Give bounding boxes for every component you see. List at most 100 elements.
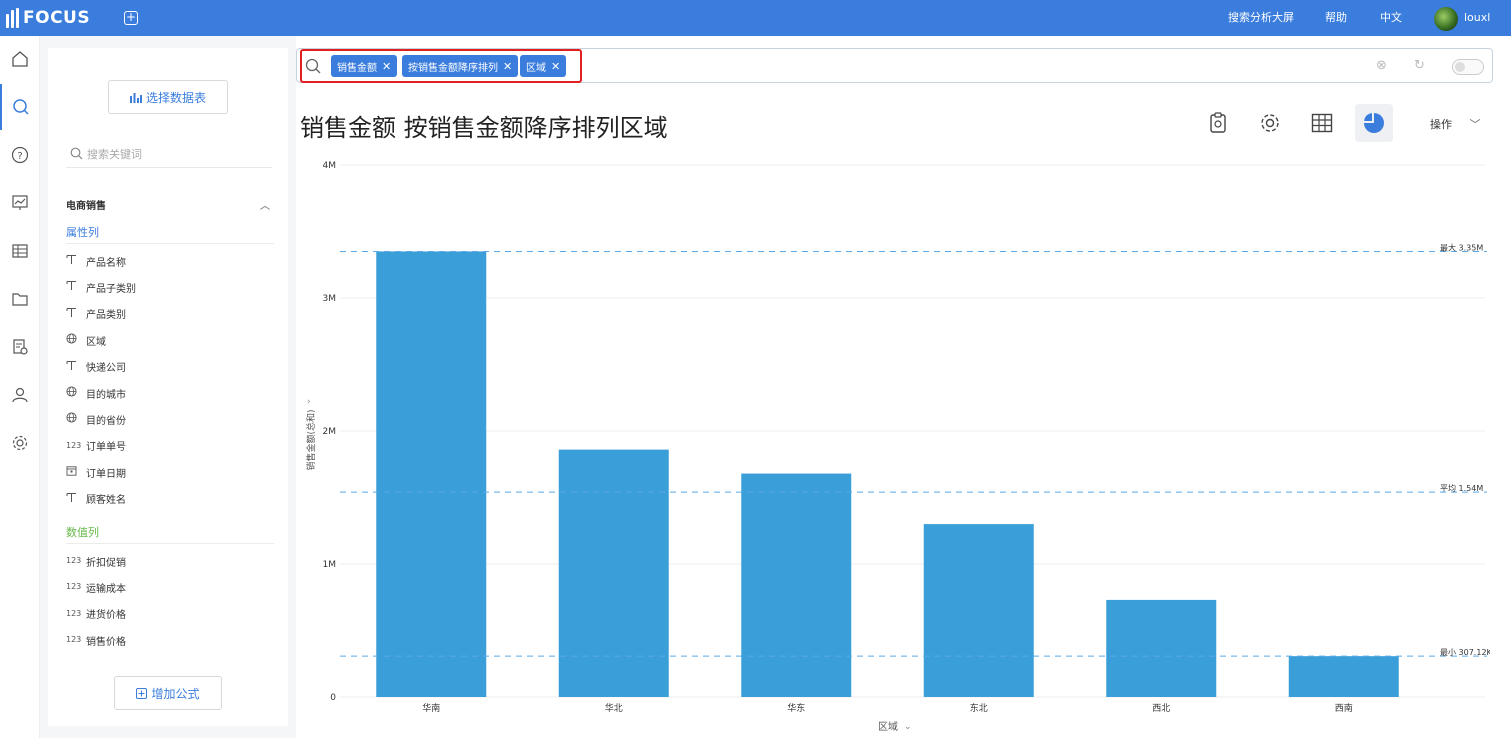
bar-华北: [558, 449, 669, 697]
help-link[interactable]: 帮助: [1325, 0, 1347, 36]
table-group-label: 电商销售: [66, 201, 106, 212]
search-chip-sales-amount[interactable]: 销售金额 ✕: [331, 55, 398, 77]
field-item[interactable]: 123 销售价格: [66, 631, 126, 649]
field-item[interactable]: 产品子类别: [66, 278, 136, 296]
table-view-icon[interactable]: [1303, 104, 1341, 142]
refresh-icon[interactable]: ↻: [1414, 58, 1425, 73]
search-chip-label: 销售金额: [337, 62, 377, 74]
bar-chart: 0 1M 2M 3M 4M 华南 华北 华东 东北 西北 西南 最大 3.35M 平均 1.54M 最小 …: [305, 161, 1490, 733]
home-icon[interactable]: [0, 36, 40, 82]
search-nav-icon[interactable]: [0, 84, 40, 130]
bar-东北: [923, 524, 1034, 697]
globe-icon: [66, 412, 86, 426]
search-chip-region[interactable]: 区域 ✕: [520, 55, 567, 77]
field-label: 目的城市: [86, 389, 126, 401]
folder-icon[interactable]: [0, 276, 40, 322]
field-label: 区域: [86, 336, 106, 348]
select-table-button[interactable]: 选择数据表: [108, 80, 228, 114]
field-item[interactable]: 订单日期: [66, 463, 126, 481]
table-group-title[interactable]: 电商销售 ︿: [66, 197, 274, 212]
globe-icon: [66, 333, 86, 347]
search-chip-label: 按销售金额降序排列: [408, 62, 498, 74]
text-type-icon: [66, 492, 86, 506]
field-item[interactable]: 目的省份: [66, 410, 126, 428]
keyword-search-input[interactable]: 搜索关键词: [66, 140, 272, 168]
number-type-icon: 123: [66, 582, 82, 592]
y-tick-label: 1M: [323, 560, 337, 570]
field-label: 进货价格: [86, 610, 126, 622]
chevron-up-icon[interactable]: ︿: [260, 197, 270, 212]
field-label: 折扣促销: [86, 557, 126, 569]
field-item[interactable]: 产品类别: [66, 305, 126, 323]
add-formula-button[interactable]: 增加公式: [114, 676, 222, 710]
number-type-icon: 123: [66, 608, 82, 618]
table-icon[interactable]: [0, 228, 40, 274]
search-mode-toggle[interactable]: [1452, 59, 1484, 75]
search-chip-sort-desc[interactable]: 按销售金额降序排列 ✕: [402, 55, 519, 77]
avatar[interactable]: [1434, 7, 1458, 31]
search-chip-label: 区域: [526, 62, 546, 74]
svg-text:?: ?: [17, 151, 22, 162]
number-type-icon: 123: [66, 440, 82, 450]
language-switch[interactable]: 中文: [1380, 0, 1402, 36]
settings-gear-icon[interactable]: [1251, 104, 1289, 142]
field-item[interactable]: 123 订单单号: [66, 437, 126, 455]
field-label: 产品类别: [86, 310, 126, 322]
user-name[interactable]: louxl: [1464, 0, 1490, 36]
clear-icon[interactable]: ⊗: [1376, 58, 1387, 73]
field-label: 订单日期: [86, 468, 126, 480]
reference-line-label: 平均 1.54M: [1440, 483, 1483, 493]
user-icon[interactable]: [0, 372, 40, 418]
plus-square-icon[interactable]: +: [124, 11, 138, 25]
field-label: 产品子类别: [86, 283, 136, 295]
field-item[interactable]: 顾客姓名: [66, 490, 126, 508]
search-screen-link[interactable]: 搜索分析大屏: [1228, 0, 1294, 36]
operations-label: 操作: [1430, 118, 1452, 131]
x-tick-label: 华东: [787, 702, 805, 714]
field-item[interactable]: 产品名称: [66, 252, 126, 270]
add-formula-label: 增加公式: [151, 686, 200, 701]
field-item[interactable]: 区域: [66, 331, 106, 349]
globe-icon: [66, 386, 86, 400]
chevron-down-icon: ⌄: [904, 722, 912, 732]
task-settings-icon[interactable]: [0, 324, 40, 370]
field-item[interactable]: 快递公司: [66, 358, 126, 376]
bar-华南: [376, 251, 487, 697]
x-tick-label: 华南: [422, 702, 440, 714]
field-item[interactable]: 123 进货价格: [66, 605, 126, 623]
clipboard-icon[interactable]: [1199, 104, 1237, 142]
chart-type-pie-icon[interactable]: [1355, 104, 1393, 142]
field-item[interactable]: 目的城市: [66, 384, 126, 402]
dashboard-icon[interactable]: [0, 180, 40, 226]
field-label: 目的省份: [86, 415, 126, 427]
bar-华东: [741, 473, 852, 697]
gear-icon[interactable]: [0, 420, 40, 466]
operations-menu[interactable]: 操作 ﹀: [1430, 116, 1481, 132]
keyword-search-placeholder: 搜索关键词: [87, 147, 142, 161]
close-icon[interactable]: ✕: [503, 60, 512, 73]
close-icon[interactable]: ✕: [382, 60, 391, 73]
number-type-icon: 123: [66, 556, 82, 565]
bar-西北: [1106, 599, 1217, 697]
field-label: 顾客姓名: [86, 495, 126, 507]
logo-text: FOCUS: [23, 8, 91, 28]
chevron-right-icon: ›: [307, 397, 311, 407]
field-item[interactable]: 123 折扣促销: [66, 552, 126, 570]
numeric-section-label: 数值列: [66, 524, 274, 544]
x-tick-label: 西北: [1152, 703, 1170, 714]
y-tick-label: 0: [330, 693, 336, 703]
select-table-label: 选择数据表: [145, 90, 206, 105]
field-label: 快递公司: [86, 363, 126, 375]
close-icon[interactable]: ✕: [551, 60, 560, 73]
text-type-icon: [66, 360, 86, 374]
logo-bars-icon: [6, 8, 19, 28]
y-tick-label: 2M: [323, 427, 337, 437]
bar-西南: [1288, 656, 1399, 697]
x-tick-label: 西南: [1335, 702, 1353, 714]
question-icon[interactable]: ?: [0, 132, 40, 178]
focus-logo[interactable]: FOCUS: [6, 7, 90, 29]
chevron-down-icon: ﹀: [1469, 118, 1481, 131]
field-item[interactable]: 123 运输成本: [66, 578, 126, 596]
attribute-section-label: 属性列: [66, 224, 274, 244]
number-type-icon: 123: [66, 635, 82, 645]
